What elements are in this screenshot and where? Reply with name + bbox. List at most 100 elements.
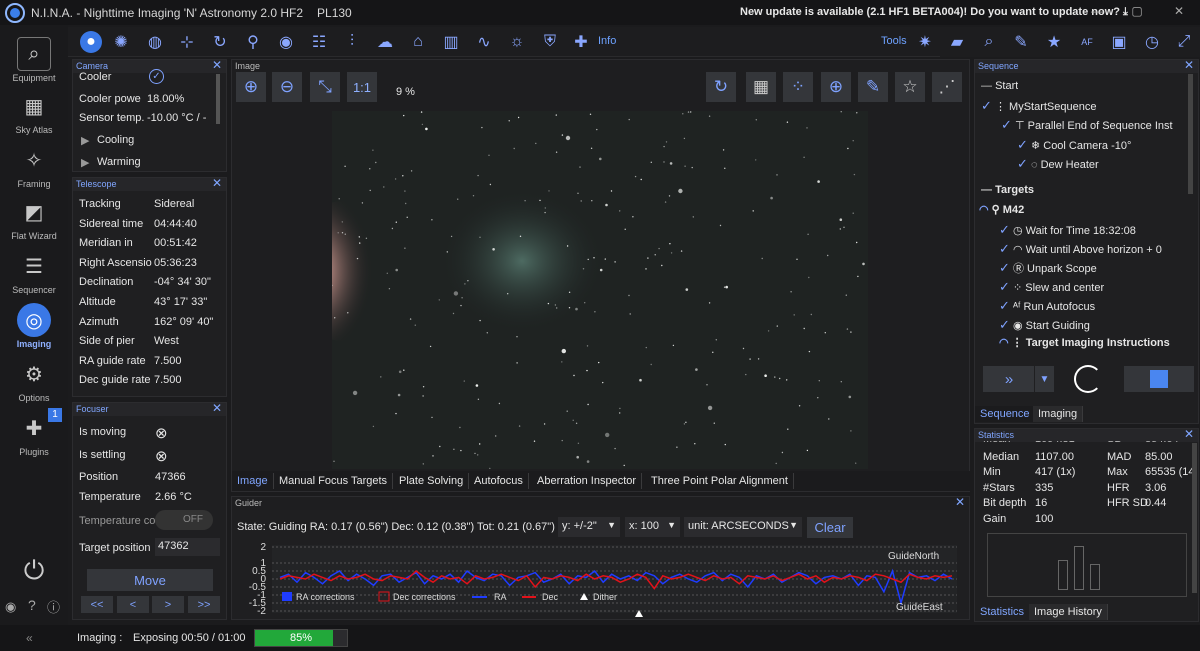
dome-icon[interactable]: ⌂ bbox=[407, 31, 429, 53]
info-label[interactable]: Info bbox=[598, 35, 616, 47]
nav-equipment[interactable]: ⌕ Equipment bbox=[0, 37, 68, 89]
sequence-step[interactable]: Wait until Above horizon + 0 bbox=[1026, 244, 1162, 256]
tab-manual-focus[interactable]: Manual Focus Targets bbox=[274, 473, 394, 489]
star-outline-icon[interactable]: ☆ bbox=[895, 72, 925, 102]
close-icon[interactable]: ✕ bbox=[1184, 428, 1194, 441]
help-icon[interactable]: ? bbox=[28, 597, 36, 613]
guider-icon[interactable]: ◉ bbox=[275, 31, 297, 53]
step-far-left-button[interactable]: << bbox=[81, 596, 113, 613]
nav-sequencer[interactable]: ☰ Sequencer bbox=[0, 249, 68, 301]
tab-image-history[interactable]: Image History bbox=[1029, 604, 1108, 620]
switch-icon[interactable]: ☷ bbox=[308, 31, 330, 53]
tab-imaging[interactable]: Imaging bbox=[1033, 406, 1084, 422]
nav-plugins[interactable]: ✚ Plugins 1 bbox=[0, 408, 68, 463]
tab-image[interactable]: Image bbox=[232, 473, 274, 489]
close-icon[interactable]: ✕ bbox=[212, 177, 222, 190]
sequence-step[interactable]: Slew and center bbox=[1025, 282, 1104, 294]
fit-icon[interactable]: ⤡ bbox=[310, 72, 340, 102]
seq-item-1[interactable]: Parallel End of Sequence Inst bbox=[1028, 120, 1173, 132]
rotator-icon[interactable]: ↻ bbox=[209, 31, 231, 53]
grid-icon[interactable]: ▣ bbox=[1108, 31, 1130, 53]
tab-polar-alignment[interactable]: Three Point Polar Alignment bbox=[646, 473, 794, 489]
star-icon[interactable]: ★ bbox=[1043, 31, 1065, 53]
target-name[interactable]: M42 bbox=[1003, 204, 1024, 216]
nav-framing[interactable]: ✧ Framing bbox=[0, 143, 68, 195]
star-detect-icon[interactable]: ⁘ bbox=[783, 72, 813, 102]
collapse-icon[interactable]: — bbox=[981, 184, 992, 196]
move-button[interactable]: Move bbox=[87, 569, 213, 591]
flat-panel-icon[interactable]: ▰ bbox=[946, 31, 968, 53]
sequence-step[interactable]: Run Autofocus bbox=[1024, 301, 1096, 313]
sequence-step[interactable]: Wait for Time 18:32:08 bbox=[1026, 225, 1136, 237]
seq-item-0[interactable]: MyStartSequence bbox=[1009, 101, 1096, 113]
eye-icon[interactable]: ◉ bbox=[5, 599, 16, 615]
zoom-out-icon[interactable]: ⊖ bbox=[272, 72, 302, 102]
tab-statistics[interactable]: Statistics bbox=[975, 604, 1031, 620]
sequence-step[interactable]: Target Imaging Instructions bbox=[1026, 337, 1170, 349]
zoom-in-icon[interactable]: ⊕ bbox=[236, 72, 266, 102]
graph-icon[interactable]: ∿ bbox=[473, 31, 495, 53]
sliders-icon[interactable]: ⫶ bbox=[341, 31, 363, 53]
focuser-icon[interactable]: ⊹ bbox=[176, 31, 198, 53]
scrollbar[interactable] bbox=[1188, 74, 1193, 194]
sequence-step[interactable]: Unpark Scope bbox=[1027, 263, 1097, 275]
step-right-button[interactable]: > bbox=[152, 596, 184, 613]
chevron-down-icon[interactable]: ▼ bbox=[1034, 366, 1054, 392]
nav-imaging[interactable]: ◎ Imaging bbox=[0, 303, 68, 355]
unit-select[interactable]: unit: ARCSECONDS ▼ bbox=[684, 517, 802, 537]
y-scale-select[interactable]: y: +/-2" ▼ bbox=[558, 517, 620, 537]
bahtinov-icon[interactable]: ⋰ bbox=[932, 72, 962, 102]
warming-label[interactable]: Warming bbox=[97, 156, 141, 168]
grid-overlay-icon[interactable]: ▦ bbox=[746, 72, 776, 102]
minimize-icon[interactable]: — bbox=[1090, 4, 1104, 18]
maximize-icon[interactable]: ▢ bbox=[1130, 4, 1144, 18]
x-scale-select[interactable]: x: 100 ▼ bbox=[625, 517, 680, 537]
expand-warming-icon[interactable]: ▶ bbox=[81, 156, 89, 169]
collapse-nav-icon[interactable]: « bbox=[26, 631, 33, 645]
bar-chart-icon[interactable]: ▥ bbox=[440, 31, 462, 53]
close-icon[interactable]: ✕ bbox=[212, 402, 222, 415]
seq-item-2[interactable]: Cool Camera -10° bbox=[1043, 140, 1131, 152]
tab-autofocus[interactable]: Autofocus bbox=[469, 473, 529, 489]
skip-forward-button[interactable]: » bbox=[983, 366, 1035, 392]
plugin-icon[interactable]: ✚ bbox=[570, 31, 592, 53]
temp-comp-toggle[interactable]: OFF bbox=[155, 510, 213, 530]
star-field-image[interactable] bbox=[332, 111, 868, 469]
filter-icon[interactable]: ◍ bbox=[144, 31, 166, 53]
scrollbar[interactable] bbox=[1192, 443, 1197, 593]
power-icon[interactable]: ⏻ bbox=[20, 555, 48, 585]
autofocus-icon[interactable]: AF bbox=[1076, 31, 1098, 53]
tab-sequence[interactable]: Sequence bbox=[975, 406, 1036, 422]
zoom-tool-icon[interactable]: ⌕ bbox=[978, 31, 1000, 53]
collapse-icon[interactable]: — bbox=[981, 80, 992, 92]
brush-icon[interactable]: ✎ bbox=[1010, 31, 1032, 53]
cooling-label[interactable]: Cooling bbox=[97, 134, 134, 146]
close-icon[interactable]: ✕ bbox=[955, 496, 965, 509]
camera-tool-icon[interactable]: ● bbox=[80, 31, 102, 53]
nav-options[interactable]: ⚙ Options bbox=[0, 357, 68, 409]
tab-aberration[interactable]: Aberration Inspector bbox=[532, 473, 643, 489]
close-window-icon[interactable]: ✕ bbox=[1172, 4, 1186, 18]
tab-plate-solving[interactable]: Plate Solving bbox=[394, 473, 470, 489]
refresh-icon[interactable]: ↻ bbox=[706, 72, 736, 102]
sequence-step[interactable]: Start Guiding bbox=[1026, 320, 1090, 332]
nav-sky-atlas[interactable]: ▦ Sky Atlas bbox=[0, 89, 68, 141]
step-far-right-button[interactable]: >> bbox=[188, 596, 220, 613]
weather-icon[interactable]: ☁ bbox=[374, 31, 396, 53]
tools-label[interactable]: Tools bbox=[881, 35, 907, 47]
filter-wheel-icon[interactable]: ✺ bbox=[110, 31, 132, 53]
close-icon[interactable]: ✕ bbox=[212, 59, 222, 72]
expand-icon[interactable]: ⤢ bbox=[1173, 31, 1195, 53]
expand-cooling-icon[interactable]: ▶ bbox=[81, 134, 89, 147]
close-icon[interactable]: ✕ bbox=[1184, 59, 1194, 72]
seq-item-3[interactable]: Dew Heater bbox=[1041, 159, 1099, 171]
telescope-icon[interactable]: ⚲ bbox=[242, 31, 264, 53]
auto-stretch-icon[interactable]: ✎ bbox=[858, 72, 888, 102]
star-hop-icon[interactable]: ✷ bbox=[914, 31, 936, 53]
info-icon[interactable]: ⓘ bbox=[47, 597, 60, 616]
crosshair-icon[interactable]: ⊕ bbox=[821, 72, 851, 102]
lightbulb-icon[interactable]: ☼ bbox=[506, 31, 528, 53]
target-position-input[interactable]: 47362 bbox=[155, 538, 220, 556]
scrollbar[interactable] bbox=[216, 74, 220, 124]
clear-button[interactable]: Clear bbox=[807, 517, 853, 538]
